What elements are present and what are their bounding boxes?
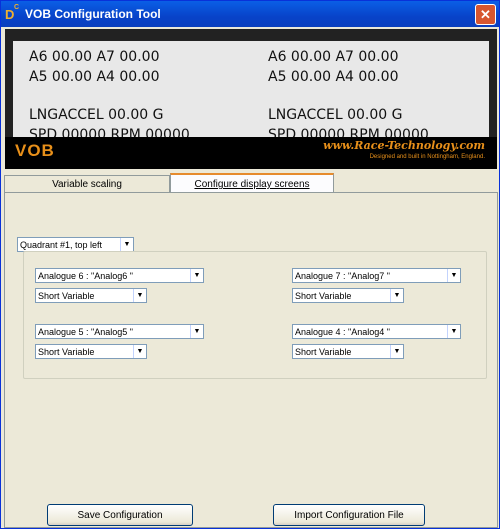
- app-icon: D C: [5, 4, 21, 22]
- tab-variable-scaling[interactable]: Variable scaling: [4, 175, 170, 193]
- vob-logo: VOB: [15, 141, 55, 160]
- slot-1-channel-select[interactable]: Analogue 6 : "Analog6 " ▼: [35, 268, 204, 283]
- chevron-down-icon: ▼: [133, 345, 146, 358]
- slot-1-format-value: Short Variable: [38, 290, 95, 301]
- lcd-right-line-1: A6 00.00 A7 00.00: [268, 49, 399, 65]
- chevron-down-icon: ▼: [120, 238, 133, 251]
- app-window: D C VOB Configuration Tool ✕ A6 00.00 A7…: [0, 0, 500, 529]
- app-icon-letter: D: [5, 7, 15, 22]
- lcd-left-line-3: LNGACCEL 00.00 G: [29, 107, 164, 123]
- slot-2-format-value: Short Variable: [295, 290, 352, 301]
- chevron-down-icon: ▼: [390, 289, 403, 302]
- lcd-right-line-3: LNGACCEL 00.00 G: [268, 107, 403, 123]
- quadrant-select[interactable]: Quadrant #1, top left ▼: [17, 237, 134, 252]
- quadrant-select-value: Quadrant #1, top left: [20, 239, 103, 250]
- lcd-left-line-2: A5 00.00 A4 00.00: [29, 69, 160, 85]
- slot-4-format-value: Short Variable: [295, 346, 352, 357]
- slot-4-channel-select[interactable]: Analogue 4 : "Analog4 " ▼: [292, 324, 461, 339]
- tab-configure-display-screens[interactable]: Configure display screens: [170, 173, 334, 194]
- slot-1-channel-value: Analogue 6 : "Analog6 ": [38, 270, 133, 281]
- window-title: VOB Configuration Tool: [25, 7, 161, 21]
- tagline: Designed and built in Nottingham, Englan…: [369, 154, 485, 160]
- slot-2-channel-value: Analogue 7 : "Analog7 ": [295, 270, 390, 281]
- chevron-down-icon: ▼: [447, 325, 460, 338]
- slot-2-channel-select[interactable]: Analogue 7 : "Analog7 " ▼: [292, 268, 461, 283]
- title-bar[interactable]: D C VOB Configuration Tool ✕: [1, 1, 499, 27]
- slot-3-format-value: Short Variable: [38, 346, 95, 357]
- lcd-left-column: A6 00.00 A7 00.00 A5 00.00 A4 00.00 LNGA…: [29, 47, 190, 145]
- slot-3-channel-select[interactable]: Analogue 5 : "Analog5 " ▼: [35, 324, 204, 339]
- import-configuration-button[interactable]: Import Configuration File: [273, 504, 425, 526]
- lcd-right-column: A6 00.00 A7 00.00 A5 00.00 A4 00.00 LNGA…: [268, 47, 429, 145]
- chevron-down-icon: ▼: [133, 289, 146, 302]
- tab-strip: Variable scaling Configure display scree…: [4, 173, 498, 194]
- website-link: www.Race-Technology.com: [323, 139, 485, 152]
- save-configuration-button[interactable]: Save Configuration: [47, 504, 193, 526]
- close-icon: ✕: [480, 6, 491, 22]
- brand-bar: VOB www.Race-Technology.com Designed and…: [5, 137, 497, 169]
- chevron-down-icon: ▼: [190, 325, 203, 338]
- chevron-down-icon: ▼: [390, 345, 403, 358]
- lcd-left-line-1: A6 00.00 A7 00.00: [29, 49, 160, 65]
- chevron-down-icon: ▼: [190, 269, 203, 282]
- app-icon-superscript: C: [14, 4, 20, 11]
- chevron-down-icon: ▼: [447, 269, 460, 282]
- slot-1-format-select[interactable]: Short Variable ▼: [35, 288, 147, 303]
- slot-4-format-select[interactable]: Short Variable ▼: [292, 344, 404, 359]
- slot-3-format-select[interactable]: Short Variable ▼: [35, 344, 147, 359]
- close-button[interactable]: ✕: [475, 4, 496, 25]
- slot-3-channel-value: Analogue 5 : "Analog5 ": [38, 326, 133, 337]
- slot-4-channel-value: Analogue 4 : "Analog4 ": [295, 326, 390, 337]
- lcd-right-line-2: A5 00.00 A4 00.00: [268, 69, 399, 85]
- slot-2-format-select[interactable]: Short Variable ▼: [292, 288, 404, 303]
